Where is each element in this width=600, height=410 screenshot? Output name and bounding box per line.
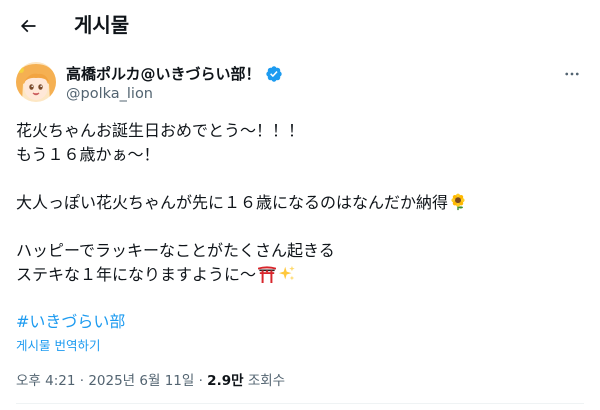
top-bar: 게시물 [0,0,600,52]
sparkles-emoji [278,265,295,281]
post-time: 오후 4:21 [16,373,76,389]
post-metadata: 오후 4:21 · 2025년 6월 11일 · 2.9만 조회수 [16,373,286,389]
hashtag-link[interactable]: #いきづらい部 [16,310,125,334]
tweet-line: 大人っぽい花火ちゃんが先に１６歳になるのはなんだか納得 [16,193,449,212]
author-handle[interactable]: @polka_lion [66,85,153,104]
tweet-text: 花火ちゃんお誕生日おめでとう〜！！！ もう１６歳かぁ〜！ 大人っぽい花火ちゃんが… [16,119,584,287]
translate-post-link[interactable]: 게시물 번역하기 [16,338,100,354]
tweet-line: ハッピーでラッキーなことがたくさん起きる [16,241,335,260]
tweet-line: もう１６歳かぁ〜！ [16,145,160,164]
views-label: 조회수 [247,373,286,389]
more-options-button[interactable] [560,64,584,84]
tweet-line: 花火ちゃんお誕生日おめでとう〜！！！ [16,121,305,140]
avatar[interactable] [16,62,56,102]
author-name-row[interactable]: 高橋ポルカ@いきづらい部！ [66,64,283,84]
post-timestamp-link[interactable]: 오후 4:21 · 2025년 6월 11일 [16,373,194,389]
back-button[interactable] [10,8,46,44]
divider [16,403,584,404]
author-name[interactable]: 高橋ポルカ@いきづらい部！ [66,64,261,84]
tweet-line-with-emoji: 大人っぽい花火ちゃんが先に１６歳になるのはなんだか納得 [16,191,584,215]
arrow-left-icon [20,19,36,33]
sunflower-emoji [451,193,465,211]
torii-gate-emoji [258,266,277,283]
tweet-line: ステキな１年になりますように〜 [16,265,257,284]
verified-badge-icon [265,66,282,82]
more-horizontal-icon [565,72,579,76]
tweet-line-with-emoji: ステキな１年になりますように〜 [16,263,584,287]
page-title: 게시물 [74,13,130,37]
views-count: 2.9만 [207,373,244,389]
post-date: 2025년 6월 11일 [88,373,195,389]
